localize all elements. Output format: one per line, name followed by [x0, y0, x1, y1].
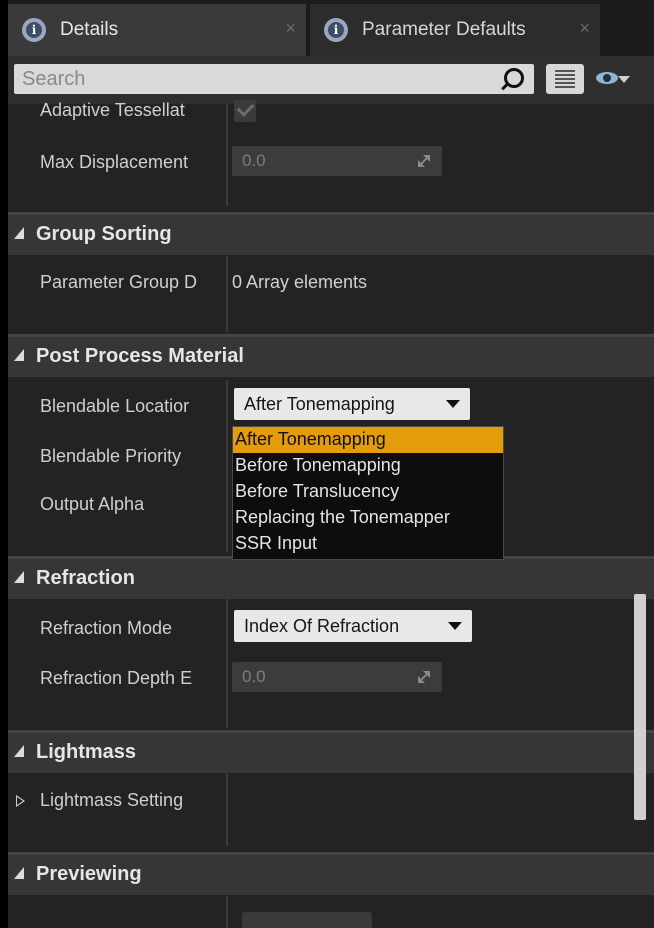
refraction-depth-field[interactable]: 0.0 — [232, 662, 442, 692]
info-icon: i — [324, 18, 348, 42]
collapse-arrow-icon — [14, 349, 24, 361]
output-alpha-label: Output Alpha — [40, 494, 145, 514]
close-icon[interactable]: × — [579, 18, 590, 39]
option-label: Before Translucency — [235, 481, 400, 501]
details-panel: i Details × i Parameter Defaults × Searc… — [8, 0, 654, 928]
option-label: Before Tonemapping — [235, 455, 401, 475]
refraction-mode-combo[interactable]: Index Of Refraction — [234, 610, 472, 642]
option-label: SSR Input — [235, 533, 318, 553]
refraction-depth-label: Refraction Depth E — [40, 668, 193, 688]
section-group-sorting[interactable]: Group Sorting — [8, 212, 654, 255]
parameter-group-label: Parameter Group D — [40, 272, 198, 292]
property-matrix-button[interactable] — [546, 64, 584, 94]
tab-parameter-defaults-label: Parameter Defaults — [362, 19, 526, 40]
search-row — [8, 56, 654, 104]
tab-details[interactable]: i Details × — [8, 4, 306, 56]
option-label: Replacing the Tonemapper — [235, 507, 450, 527]
search-box[interactable] — [14, 64, 534, 94]
tab-parameter-defaults[interactable]: i Parameter Defaults × — [310, 4, 600, 56]
close-icon[interactable]: × — [285, 18, 296, 39]
option-label: After Tonemapping — [235, 429, 386, 449]
section-title: Previewing — [36, 863, 142, 885]
section-post-process-material[interactable]: Post Process Material — [8, 334, 654, 377]
max-displacement-value: 0.0 — [242, 151, 266, 170]
blendable-location-label: Blendable Locatior — [40, 396, 190, 416]
chevron-down-icon — [446, 400, 460, 408]
search-icon[interactable] — [504, 68, 524, 88]
section-title: Post Process Material — [36, 345, 244, 367]
max-displacement-field[interactable]: 0.0 — [232, 146, 442, 176]
max-displacement-row: Max Displacement 0.0 — [8, 144, 654, 180]
expand-arrow-icon[interactable] — [16, 795, 25, 807]
blendable-location-combo[interactable]: After Tonemapping — [234, 388, 470, 420]
refraction-depth-value: 0.0 — [242, 667, 266, 686]
dropdown-option-before-translucency[interactable]: Before Translucency — [233, 479, 503, 505]
adaptive-tessellation-label: Adaptive Tessellat — [40, 100, 185, 120]
grid-icon — [555, 70, 575, 88]
drag-handle-icon[interactable] — [418, 671, 430, 683]
section-lightmass[interactable]: Lightmass — [8, 730, 654, 773]
dropdown-option-replacing-tonemapper[interactable]: Replacing the Tonemapper — [233, 505, 503, 531]
refraction-mode-value: Index Of Refraction — [244, 616, 400, 636]
refraction-mode-label: Refraction Mode — [40, 618, 173, 638]
chevron-down-icon — [618, 76, 630, 83]
dropdown-option-ssr-input[interactable]: SSR Input — [233, 531, 503, 557]
refraction-mode-row: Refraction Mode Index Of Refraction — [8, 610, 654, 650]
dropdown-option-before-tonemapping[interactable]: Before Tonemapping — [233, 453, 503, 479]
search-input[interactable] — [22, 67, 492, 91]
tab-bar: i Details × i Parameter Defaults × — [8, 0, 654, 56]
parameter-group-value: 0 Array elements — [232, 272, 368, 292]
tab-details-label: Details — [60, 19, 119, 40]
blendable-priority-label: Blendable Priority — [40, 446, 182, 466]
parameter-group-row: Parameter Group D 0 Array elements — [8, 264, 654, 304]
section-refraction[interactable]: Refraction — [8, 556, 654, 599]
refraction-depth-row: Refraction Depth E 0.0 — [8, 662, 654, 704]
blendable-location-dropdown: After Tonemapping Before Tonemapping Bef… — [232, 426, 504, 560]
preview-field[interactable] — [242, 912, 372, 928]
drag-handle-icon[interactable] — [418, 155, 430, 167]
collapse-arrow-icon — [14, 867, 24, 879]
dropdown-option-after-tonemapping[interactable]: After Tonemapping — [233, 427, 503, 453]
collapse-arrow-icon — [14, 227, 24, 239]
collapse-arrow-icon — [14, 571, 24, 583]
adaptive-tessellation-row: Adaptive Tessellat — [8, 99, 654, 126]
info-icon: i — [22, 18, 46, 42]
column-divider — [226, 896, 228, 928]
view-options-button[interactable] — [596, 70, 630, 88]
blendable-location-value: After Tonemapping — [244, 394, 395, 414]
blendable-location-row: Blendable Locatior After Tonemapping — [8, 388, 654, 428]
lightmass-settings-row[interactable]: Lightmass Setting — [8, 790, 654, 820]
collapse-arrow-icon — [14, 745, 24, 757]
scrollbar-thumb[interactable] — [634, 594, 646, 820]
max-displacement-label: Max Displacement — [40, 152, 189, 172]
section-title: Refraction — [36, 567, 135, 589]
chevron-down-icon — [448, 622, 462, 630]
adaptive-tessellation-checkbox[interactable] — [234, 99, 256, 122]
lightmass-settings-label: Lightmass Setting — [40, 790, 184, 810]
section-title: Lightmass — [36, 741, 137, 763]
eye-icon — [596, 72, 618, 84]
check-icon — [236, 99, 255, 117]
section-previewing[interactable]: Previewing — [8, 852, 654, 895]
section-title: Group Sorting — [36, 223, 172, 245]
